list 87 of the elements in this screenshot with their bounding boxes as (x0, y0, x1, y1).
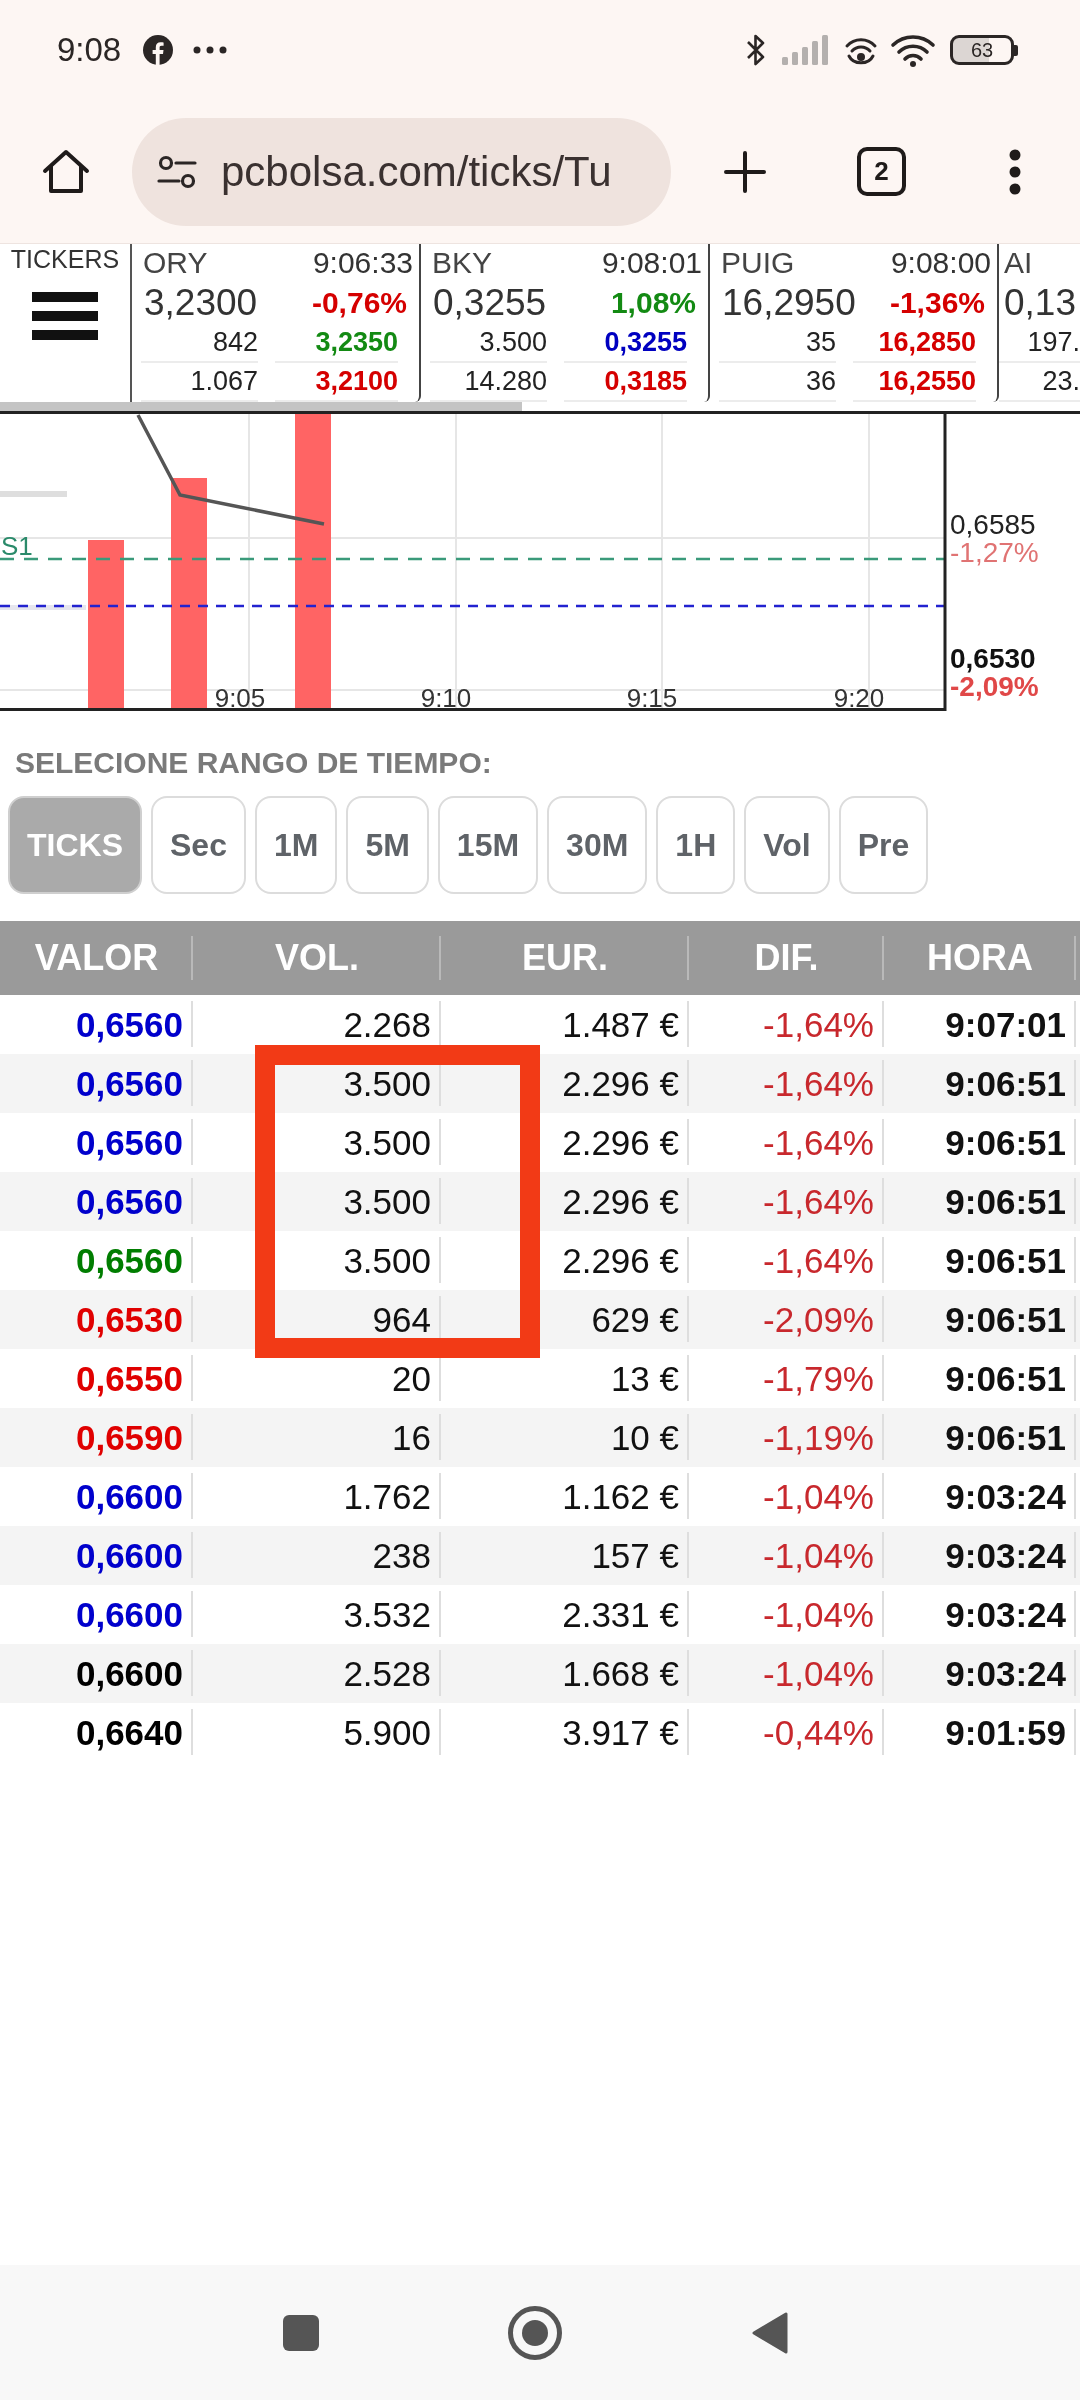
signal-icon (782, 35, 830, 65)
site-settings-icon[interactable] (157, 153, 197, 190)
time-range-button[interactable]: 5M (346, 796, 429, 894)
time-range-button[interactable]: 15M (437, 796, 539, 894)
time-range-button[interactable]: 1M (254, 796, 338, 894)
table-cell: -1,04% (689, 1526, 884, 1585)
ticker-price: 0,13 (1004, 282, 1076, 324)
tickers-label: TICKERS (10, 246, 120, 272)
ticker-change: 1,08% (610, 286, 696, 320)
table-cell: 2.296 € (441, 1172, 689, 1231)
table-cell: 0,6530 (0, 1290, 193, 1349)
table-cell: 10 € (441, 1408, 689, 1467)
table-cell: 2.528 (193, 1644, 441, 1703)
ticker-price: 3,2300 (144, 282, 258, 324)
column-header: VOL. (193, 921, 441, 995)
battery-indicator: 63 (950, 35, 1018, 65)
table-cell: 0,6600 (0, 1526, 193, 1585)
time-range-button[interactable]: Pre (838, 796, 929, 894)
table-cell: 1.668 € (441, 1644, 689, 1703)
level-price: 0,3255 (564, 324, 687, 363)
address-bar[interactable]: pcbolsa.com/ticks/Tu (132, 117, 671, 226)
time-range-button[interactable]: Vol (744, 796, 830, 894)
wifi-icon (890, 33, 936, 67)
ticker-time: 9:08:00 (890, 246, 991, 280)
ticker-name: BKY (432, 246, 493, 280)
table-cell: -1,04% (689, 1644, 884, 1703)
table-cell: 9:03:24 (884, 1644, 1080, 1703)
ticker-change: -0,76% (311, 286, 407, 320)
back-icon[interactable] (751, 2310, 789, 2355)
axis-label: 9:05 (214, 683, 266, 711)
ticker-price: 16,2950 (722, 282, 856, 324)
axis-label: 9:15 (626, 683, 678, 711)
recents-icon[interactable] (283, 2314, 319, 2351)
table-cell: 9:06:51 (884, 1408, 1080, 1467)
level-price: 16,2850 (853, 324, 976, 363)
table-cell: -1,64% (689, 1054, 884, 1113)
support-label: S1 (1, 531, 33, 561)
change-label: -1,27% (950, 537, 1039, 568)
scrollbar[interactable] (0, 402, 522, 411)
table-cell: -2,09% (689, 1290, 884, 1349)
column-header: HORA (884, 921, 1080, 995)
axis-label: 9:10 (420, 683, 472, 711)
column-header: EUR. (441, 921, 689, 995)
status-time: 9:08 (57, 31, 122, 69)
table-cell: 9:06:51 (884, 1172, 1080, 1231)
axis-label: 9:20 (833, 683, 885, 711)
column-header: DIF. (689, 921, 884, 995)
table-cell: 16 (193, 1408, 441, 1467)
column-header: VALOR (0, 921, 193, 995)
ticker-time: 9:08:01 (601, 246, 702, 280)
table-cell: 0,6600 (0, 1644, 193, 1703)
level-volume: 35 (719, 324, 836, 363)
table-cell: 0,6560 (0, 1172, 193, 1231)
ticker-name: AI (1004, 246, 1033, 280)
level-tick (0, 491, 67, 497)
table-cell: 3.500 (193, 1172, 441, 1231)
table-cell: 9:03:24 (884, 1526, 1080, 1585)
table-cell: 157 € (441, 1526, 689, 1585)
table-cell: 238 (193, 1526, 441, 1585)
tab-count-button[interactable]: 2 (857, 147, 906, 196)
table-cell: 9:06:51 (884, 1290, 1080, 1349)
table-cell: 0,6560 (0, 1054, 193, 1113)
table-cell: -1,64% (689, 1172, 884, 1231)
home-icon[interactable] (508, 2305, 562, 2360)
time-range-button[interactable]: 1H (656, 796, 736, 894)
level-volume: 3.500 (430, 324, 547, 363)
ticker-change: -1,36% (889, 286, 985, 320)
time-range-button[interactable]: Sec (151, 796, 246, 894)
level-volume: 197. (999, 324, 1080, 363)
ticker-name: ORY (143, 246, 208, 280)
new-tab-icon[interactable] (723, 149, 767, 194)
time-range-button[interactable]: 30M (547, 796, 648, 894)
level-volume: 842 (141, 324, 258, 363)
ticker-time: 9:06:33 (312, 246, 413, 280)
ticker-name: PUIG (721, 246, 795, 280)
section-title: SELECIONE RANGO DE TIEMPO: (15, 746, 493, 780)
level-price: 3,2350 (275, 324, 398, 363)
menu-icon[interactable] (32, 292, 98, 340)
table-cell: 9:06:51 (884, 1054, 1080, 1113)
ticker-price: 0,3255 (433, 282, 547, 324)
table-cell: -1,19% (689, 1408, 884, 1467)
price-label: 0,6530 (950, 643, 1036, 674)
more-icon[interactable] (1009, 148, 1021, 195)
table-cell: 0,6590 (0, 1408, 193, 1467)
price-label: 0,6585 (950, 509, 1036, 540)
f-logo-icon (143, 35, 174, 65)
more-icon (193, 46, 228, 54)
